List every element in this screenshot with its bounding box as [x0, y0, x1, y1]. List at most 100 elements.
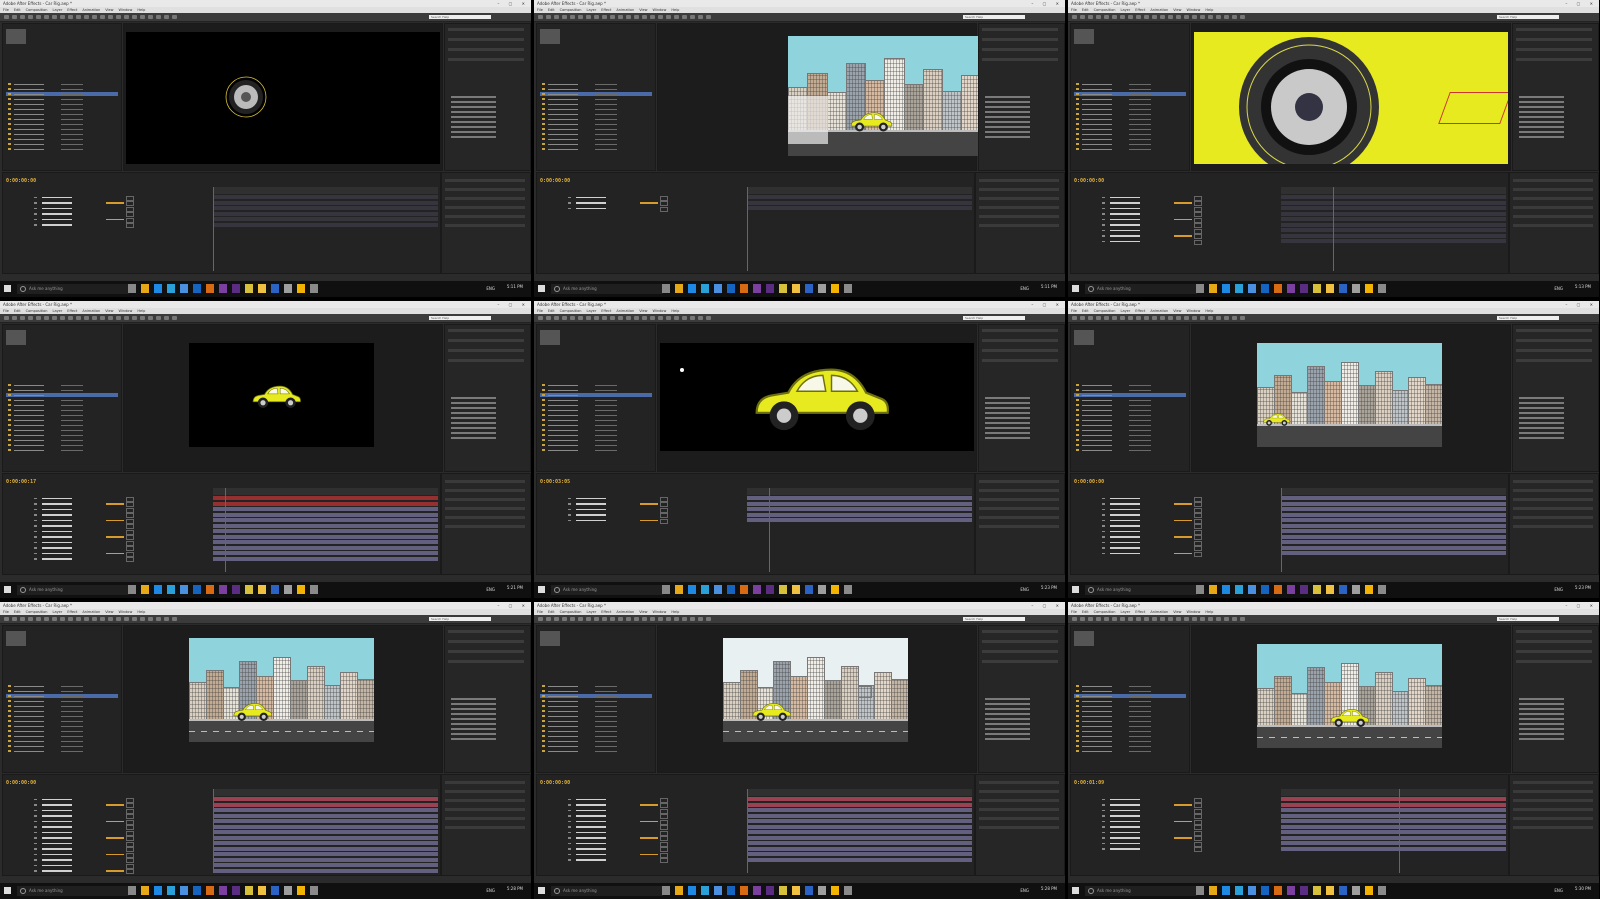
- cortana-search[interactable]: Ask me anything: [551, 886, 663, 896]
- taskbar-app-icon[interactable]: [818, 886, 826, 895]
- tool-icon[interactable]: [52, 617, 57, 621]
- layer-row[interactable]: [6, 841, 208, 847]
- project-item[interactable]: [6, 684, 118, 688]
- project-item[interactable]: [6, 749, 118, 753]
- tool-icon[interactable]: [626, 617, 631, 621]
- layer-row[interactable]: [1074, 540, 1276, 546]
- layer-row[interactable]: [1074, 814, 1276, 819]
- tool-icon[interactable]: [698, 15, 703, 19]
- taskbar-app-icon[interactable]: [193, 886, 201, 895]
- effect-item[interactable]: [451, 412, 496, 414]
- project-item[interactable]: [540, 689, 652, 693]
- taskbar-app-icon[interactable]: [740, 585, 748, 594]
- tool-icon[interactable]: [68, 15, 73, 19]
- project-item[interactable]: [6, 734, 118, 738]
- project-item[interactable]: [540, 443, 652, 447]
- tool-icon[interactable]: [1080, 617, 1085, 621]
- project-item[interactable]: [6, 704, 118, 708]
- null-point[interactable]: [680, 368, 684, 372]
- window-controls[interactable]: – ▢ ✕: [497, 602, 529, 609]
- windows-start-icon[interactable]: [4, 586, 11, 593]
- composition-viewer[interactable]: [126, 32, 440, 164]
- tool-icon[interactable]: [690, 316, 695, 320]
- project-item[interactable]: [540, 82, 652, 86]
- project-item[interactable]: [540, 112, 652, 116]
- tool-icon[interactable]: [1080, 316, 1085, 320]
- tool-icon[interactable]: [4, 15, 9, 19]
- project-item[interactable]: [1074, 408, 1186, 412]
- tool-icon[interactable]: [132, 15, 137, 19]
- tool-icon[interactable]: [1232, 617, 1237, 621]
- tool-icon[interactable]: [1224, 15, 1229, 19]
- layer-row[interactable]: [6, 546, 208, 551]
- layer-row[interactable]: [1074, 201, 1276, 206]
- layer-row[interactable]: [540, 858, 742, 863]
- taskbar-app-icon[interactable]: [1274, 886, 1282, 895]
- effect-item[interactable]: [451, 131, 496, 133]
- tool-icon[interactable]: [618, 316, 623, 320]
- effect-item[interactable]: [985, 417, 1030, 419]
- taskbar-app-icon[interactable]: [232, 585, 240, 594]
- composition-viewer[interactable]: [1257, 343, 1442, 447]
- tool-icon[interactable]: [12, 15, 17, 19]
- taskbar-app-icon[interactable]: [675, 886, 683, 895]
- system-clock[interactable]: 5:11 PM: [1041, 284, 1057, 289]
- tool-icon[interactable]: [698, 617, 703, 621]
- effect-item[interactable]: [451, 126, 496, 128]
- tool-icon[interactable]: [682, 316, 687, 320]
- layer-row[interactable]: [6, 540, 208, 546]
- layer-row[interactable]: [1074, 524, 1276, 529]
- tool-icon[interactable]: [60, 316, 65, 320]
- project-item[interactable]: [540, 137, 652, 141]
- effect-item[interactable]: [451, 718, 496, 720]
- effect-item[interactable]: [1519, 116, 1564, 118]
- search-help-input[interactable]: Search Help: [429, 617, 491, 621]
- effect-item[interactable]: [985, 111, 1030, 113]
- project-item[interactable]: [540, 684, 652, 688]
- effect-item[interactable]: [1519, 437, 1564, 439]
- layer-row[interactable]: [1074, 513, 1276, 518]
- window-controls[interactable]: – ▢ ✕: [1031, 301, 1063, 308]
- effect-item[interactable]: [985, 723, 1030, 725]
- playhead[interactable]: [213, 789, 214, 873]
- time-ruler[interactable]: [747, 488, 972, 495]
- tool-icon[interactable]: [650, 316, 655, 320]
- taskbar-app-icon[interactable]: [805, 284, 813, 293]
- tool-icon[interactable]: [1184, 617, 1189, 621]
- effect-item[interactable]: [1519, 111, 1564, 113]
- project-item[interactable]: [6, 117, 118, 121]
- time-ruler[interactable]: [213, 789, 438, 796]
- layer-row[interactable]: [6, 819, 208, 825]
- tool-icon[interactable]: [52, 316, 57, 320]
- layer-row[interactable]: [540, 830, 742, 836]
- tool-icon[interactable]: [1112, 316, 1117, 320]
- tool-icon[interactable]: [1192, 316, 1197, 320]
- tool-icon[interactable]: [132, 617, 137, 621]
- tool-icon[interactable]: [610, 617, 615, 621]
- taskbar-app-icon[interactable]: [1287, 585, 1295, 594]
- tool-icon[interactable]: [546, 15, 551, 19]
- taskbar-app-icon[interactable]: [141, 284, 149, 293]
- project-item[interactable]: [540, 724, 652, 728]
- tool-icon[interactable]: [1168, 15, 1173, 19]
- project-item[interactable]: [1074, 147, 1186, 151]
- language-indicator[interactable]: ENG: [486, 888, 495, 893]
- system-clock[interactable]: 5:23 PM: [1041, 585, 1057, 590]
- effect-item[interactable]: [1519, 723, 1564, 725]
- project-item[interactable]: [540, 132, 652, 136]
- language-indicator[interactable]: ENG: [1554, 286, 1563, 291]
- taskbar-app-icon[interactable]: [779, 284, 787, 293]
- tool-icon[interactable]: [140, 15, 145, 19]
- project-item[interactable]: [540, 699, 652, 703]
- project-item[interactable]: [6, 689, 118, 693]
- tool-icon[interactable]: [1136, 617, 1141, 621]
- project-item[interactable]: [1074, 97, 1186, 101]
- taskbar-app-icon[interactable]: [714, 585, 722, 594]
- tool-icon[interactable]: [1152, 316, 1157, 320]
- project-item[interactable]: [540, 92, 652, 96]
- tool-icon[interactable]: [36, 15, 41, 19]
- project-item[interactable]: [1074, 689, 1186, 693]
- cortana-search[interactable]: Ask me anything: [17, 886, 129, 896]
- window-controls[interactable]: – ▢ ✕: [1565, 301, 1597, 308]
- layer-row[interactable]: [6, 863, 208, 869]
